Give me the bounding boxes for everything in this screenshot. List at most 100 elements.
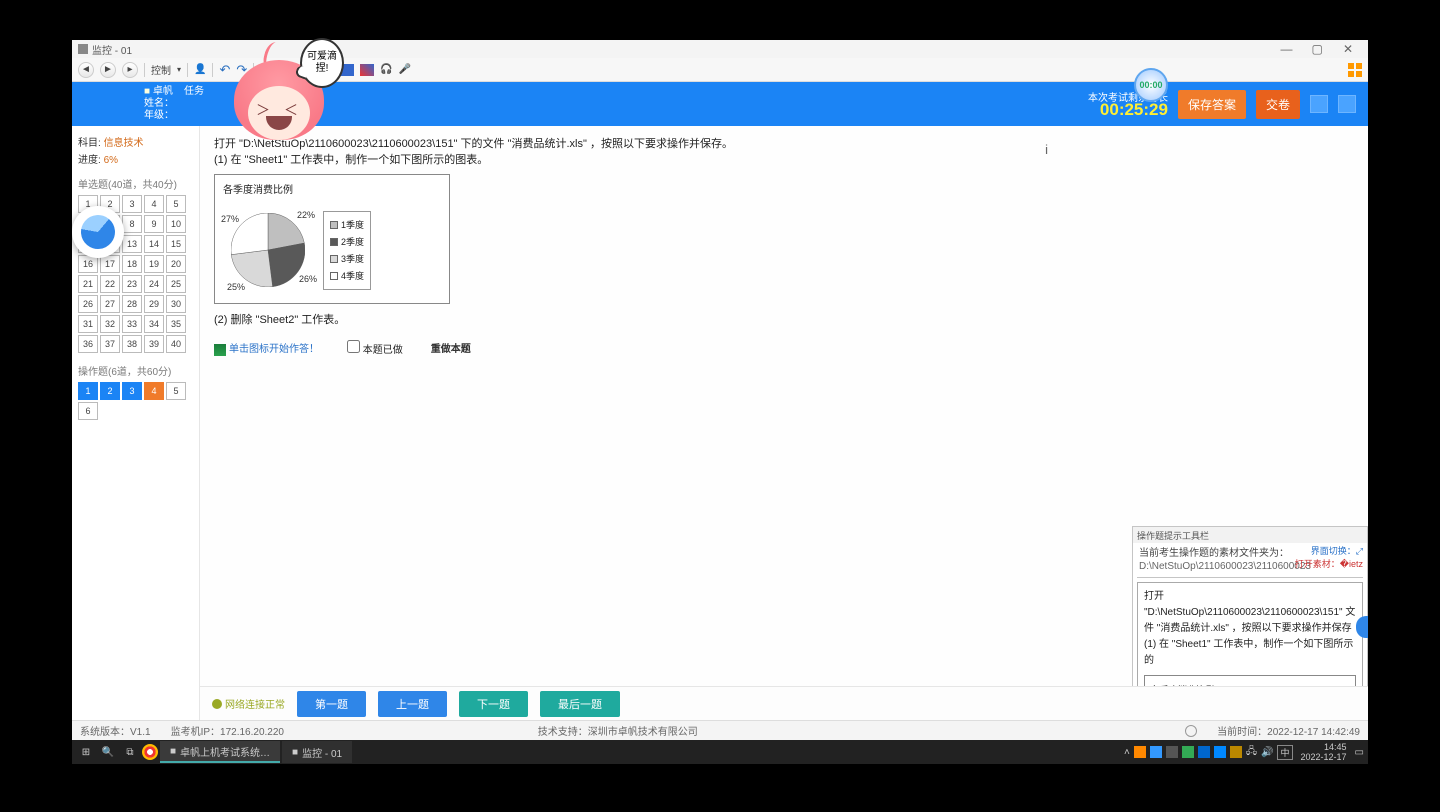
task-view-button[interactable]: ⧉ <box>120 742 140 762</box>
question-cell[interactable]: 23 <box>122 275 142 293</box>
operation-cell[interactable]: 3 <box>122 382 142 400</box>
question-cell[interactable]: 32 <box>100 315 120 333</box>
question-cell[interactable]: 36 <box>78 335 98 353</box>
question-cell[interactable]: 25 <box>166 275 186 293</box>
question-cell[interactable]: 18 <box>122 255 142 273</box>
tray-icon[interactable] <box>1166 746 1178 758</box>
taskbar-item-exam[interactable]: ■卓帆上机考试系统… <box>160 741 280 763</box>
pie-label-q3: 25% <box>227 279 245 295</box>
question-cell[interactable]: 31 <box>78 315 98 333</box>
side-tab-handle[interactable] <box>1356 616 1368 638</box>
operation-cell[interactable]: 5 <box>166 382 186 400</box>
question-cell[interactable]: 28 <box>122 295 142 313</box>
notifications-icon[interactable]: ▭ <box>1355 747 1364 758</box>
question-cell[interactable]: 35 <box>166 315 186 333</box>
save-answer-button[interactable]: 保存答案 <box>1178 90 1246 119</box>
operation-cell[interactable]: 1 <box>78 382 98 400</box>
question-cell[interactable]: 34 <box>144 315 164 333</box>
question-cell[interactable]: 8 <box>122 215 142 233</box>
question-cell[interactable]: 29 <box>144 295 164 313</box>
chrome-icon[interactable] <box>142 744 158 760</box>
minimize-panel-icon[interactable] <box>1310 95 1328 113</box>
hint-tool-title[interactable]: 操作题提示工具栏 <box>1133 527 1367 543</box>
first-question-button[interactable]: 第一题 <box>297 691 366 717</box>
operation-cell[interactable]: 4 <box>144 382 164 400</box>
section-operation: 操作题(6道，共60分) <box>78 363 193 378</box>
question-cell[interactable]: 10 <box>166 215 186 233</box>
question-cell[interactable]: 3 <box>122 195 142 213</box>
question-cell[interactable]: 40 <box>166 335 186 353</box>
taskbar-clock[interactable]: 14:45 2022-12-17 <box>1297 742 1351 762</box>
tray-icon[interactable] <box>1198 746 1210 758</box>
switch-ui-icon[interactable]: ⤢ <box>1356 546 1363 556</box>
question-cell[interactable]: 27 <box>100 295 120 313</box>
tech-support-label: 技术支持：深圳市卓帆技术有限公司 <box>538 723 698 738</box>
settings-panel-icon[interactable] <box>1338 95 1356 113</box>
close-button[interactable]: ✕ <box>1334 42 1362 56</box>
hint-content[interactable]: 打开 "D:\NetStuOp\2110600023\2110600023\15… <box>1137 582 1363 686</box>
operation-cell[interactable]: 2 <box>100 382 120 400</box>
question-cell[interactable]: 20 <box>166 255 186 273</box>
headset-icon[interactable]: 🎧 <box>380 64 392 75</box>
done-checkbox[interactable]: 本题已做 <box>347 340 403 359</box>
question-cell[interactable]: 24 <box>144 275 164 293</box>
start-button[interactable]: ⊞ <box>76 742 96 762</box>
prev-question-button[interactable]: 上一题 <box>378 691 447 717</box>
search-button[interactable]: 🔍 <box>98 742 118 762</box>
last-question-button[interactable]: 最后一题 <box>540 691 620 717</box>
start-answer-link[interactable]: 单击图标开始作答！ <box>214 342 319 358</box>
tray-icon[interactable] <box>1214 746 1226 758</box>
minimize-button[interactable]: — <box>1272 42 1300 56</box>
submit-exam-button[interactable]: 交卷 <box>1256 90 1300 119</box>
tray-icon[interactable] <box>1182 746 1194 758</box>
question-cell[interactable]: 30 <box>166 295 186 313</box>
window-controls: — ▢ ✕ <box>1272 42 1362 56</box>
grid-view-button[interactable] <box>1348 63 1362 77</box>
main-body: 科目: 信息技术 进度: 6% 单选题(40道，共40分) 1234567891… <box>72 126 1368 720</box>
question-cell[interactable]: 22 <box>100 275 120 293</box>
question-cell[interactable]: 37 <box>100 335 120 353</box>
nav-play-button[interactable]: ▸ <box>122 62 138 78</box>
next-question-button[interactable]: 下一题 <box>459 691 528 717</box>
tray-icon[interactable] <box>1150 746 1162 758</box>
question-cell[interactable]: 14 <box>144 235 164 253</box>
question-text-3: (2) 删除 "Sheet2" 工作表。 <box>214 312 1354 328</box>
question-cell[interactable]: 15 <box>166 235 186 253</box>
operation-cell[interactable]: 6 <box>78 402 98 420</box>
open-material-icon[interactable]: �ietz <box>1340 559 1363 569</box>
question-cell[interactable]: 19 <box>144 255 164 273</box>
multi-icon[interactable] <box>360 64 374 76</box>
ime-indicator[interactable]: 中 <box>1277 745 1292 760</box>
volume-tray-icon[interactable]: 🔊 <box>1261 747 1273 758</box>
remote-control-widget[interactable] <box>72 206 124 258</box>
tray-icon[interactable] <box>1134 746 1146 758</box>
version-label: 系统版本：V1.1 <box>80 723 151 738</box>
tray-up-icon[interactable]: ˄ <box>1124 747 1130 758</box>
question-cell[interactable]: 5 <box>166 195 186 213</box>
control-label[interactable]: 控制 <box>151 62 171 77</box>
tray-icon[interactable] <box>1230 746 1242 758</box>
taskbar-item-monitor[interactable]: ■监控 - 01 <box>282 741 352 763</box>
network-tray-icon[interactable]: 🖧 <box>1246 744 1257 761</box>
question-cell[interactable]: 17 <box>100 255 120 273</box>
chart-legend: 1季度 2季度 3季度 4季度 <box>323 211 371 290</box>
center-panel: 打开 "D:\NetStuOp\2110600023\2110600023\15… <box>200 126 1368 720</box>
question-cell[interactable]: 38 <box>122 335 142 353</box>
question-cell[interactable]: 26 <box>78 295 98 313</box>
maximize-button[interactable]: ▢ <box>1303 42 1331 56</box>
question-cell[interactable]: 13 <box>122 235 142 253</box>
question-cell[interactable]: 9 <box>144 215 164 233</box>
reset-question-button[interactable]: 重做本题 <box>431 342 471 358</box>
question-cell[interactable]: 4 <box>144 195 164 213</box>
mic-icon[interactable]: 🎤 <box>399 64 411 75</box>
question-cell[interactable]: 21 <box>78 275 98 293</box>
user-icon[interactable]: 👤 <box>194 64 206 75</box>
question-cell[interactable]: 33 <box>122 315 142 333</box>
nav-fwd-button[interactable]: ► <box>100 62 116 78</box>
mascot-speech-bubble: 可爱滴捏! <box>300 38 344 88</box>
hint-tool-window[interactable]: 操作题提示工具栏 当前考生操作题的素材文件夹为： D:\NetStuOp\211… <box>1132 526 1368 686</box>
nav-back-button[interactable]: ◄ <box>78 62 94 78</box>
separator <box>212 63 213 77</box>
question-cell[interactable]: 39 <box>144 335 164 353</box>
app-status-bar: 系统版本：V1.1 监考机IP：172.16.20.220 技术支持：深圳市卓帆… <box>72 720 1368 740</box>
